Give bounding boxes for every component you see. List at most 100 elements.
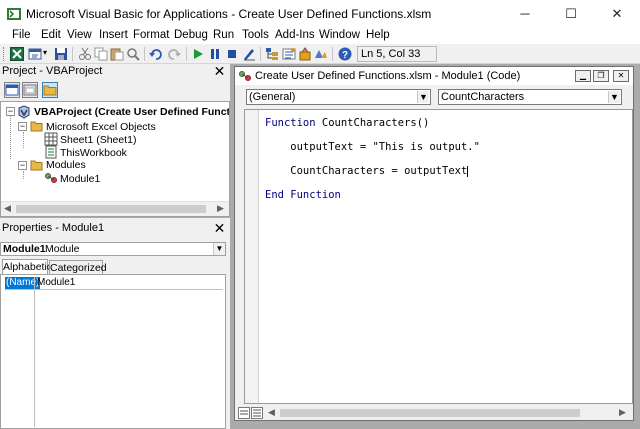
project-explorer-pane: Project - VBAProject ✕ − VBAProject (Cre… bbox=[0, 64, 230, 217]
properties-icon[interactable] bbox=[282, 47, 296, 61]
code-editor[interactable]: Function CountCharacters() outputText = … bbox=[244, 109, 633, 404]
folder-icon bbox=[43, 85, 57, 96]
code-restore-button[interactable]: ❐ bbox=[593, 70, 609, 82]
tab-categorized[interactable]: Categorized bbox=[49, 260, 107, 275]
code-line: End Function bbox=[265, 189, 341, 201]
chevron-down-icon[interactable]: ▼ bbox=[417, 91, 429, 103]
toolbar-grip[interactable] bbox=[3, 47, 6, 61]
maximize-button[interactable]: ☐ bbox=[548, 0, 594, 28]
chevron-down-icon[interactable]: ▼ bbox=[608, 91, 620, 103]
collapse-toggle[interactable]: − bbox=[18, 161, 27, 170]
tree-line bbox=[10, 116, 11, 159]
properties-pane-title: Properties - Module1 bbox=[2, 222, 105, 234]
close-button[interactable]: ✕ bbox=[594, 0, 640, 28]
tree-item-modules[interactable]: Modules bbox=[46, 159, 86, 171]
scroll-left-icon[interactable]: ◀ bbox=[4, 203, 11, 214]
text-cursor bbox=[467, 165, 469, 177]
workbook-icon bbox=[45, 145, 57, 159]
tree-item-excel-objects[interactable]: Microsoft Excel Objects bbox=[46, 121, 156, 133]
worksheet-icon bbox=[44, 132, 58, 146]
help-icon[interactable]: ? bbox=[338, 47, 352, 61]
code-line: outputText = "This is output." bbox=[265, 141, 480, 153]
view-code-button[interactable] bbox=[4, 82, 20, 98]
collapse-toggle[interactable]: − bbox=[18, 122, 27, 131]
tree-item-module1[interactable]: Module1 bbox=[60, 173, 100, 185]
view-excel-icon[interactable] bbox=[10, 47, 24, 61]
properties-pane-close-button[interactable]: ✕ bbox=[212, 221, 227, 236]
paste-icon[interactable] bbox=[110, 47, 124, 61]
break-icon[interactable] bbox=[208, 47, 222, 61]
menu-format[interactable]: Format bbox=[133, 28, 169, 44]
svg-text:?: ? bbox=[342, 50, 348, 61]
menu-run[interactable]: Run bbox=[213, 28, 234, 44]
code-close-button[interactable]: ✕ bbox=[613, 70, 629, 82]
menu-edit[interactable]: Edit bbox=[41, 28, 61, 44]
menu-file[interactable]: File bbox=[12, 28, 31, 44]
toolbar-separator bbox=[72, 47, 73, 61]
insert-module-icon[interactable] bbox=[28, 47, 42, 61]
menu-add-ins[interactable]: Add-Ins bbox=[275, 28, 315, 44]
cut-icon[interactable] bbox=[78, 47, 92, 61]
reset-icon[interactable] bbox=[225, 47, 239, 61]
code-hscrollbar[interactable]: ◀ ▶ bbox=[235, 406, 633, 420]
menu-bar: File Edit View Insert Format Debug Run T… bbox=[0, 28, 640, 44]
property-value[interactable]: Module1 bbox=[37, 277, 75, 289]
scroll-right-icon[interactable]: ▶ bbox=[217, 203, 224, 214]
menu-window[interactable]: Window bbox=[319, 28, 360, 44]
scroll-left-icon[interactable]: ◀ bbox=[268, 407, 275, 418]
design-mode-icon[interactable] bbox=[242, 47, 256, 61]
tree-line bbox=[23, 171, 24, 179]
object-browser-icon[interactable] bbox=[298, 47, 312, 61]
view-code-icon bbox=[5, 84, 19, 96]
copy-icon[interactable] bbox=[94, 47, 108, 61]
code-keyword: End Function bbox=[265, 189, 341, 201]
scroll-thumb[interactable] bbox=[280, 409, 580, 417]
standard-toolbar: ▾ ? Ln 5, Col 33 bbox=[0, 44, 640, 64]
menu-help[interactable]: Help bbox=[366, 28, 390, 44]
code-text: outputText = "This is output." bbox=[265, 141, 480, 153]
run-icon[interactable] bbox=[191, 47, 205, 61]
tree-item-thisworkbook[interactable]: ThisWorkbook bbox=[60, 147, 127, 159]
redo-icon[interactable] bbox=[167, 47, 181, 61]
collapse-toggle[interactable]: − bbox=[6, 107, 15, 116]
menu-debug[interactable]: Debug bbox=[174, 28, 208, 44]
project-explorer-icon[interactable] bbox=[265, 47, 279, 61]
project-hscrollbar[interactable]: ◀ ▶ bbox=[1, 201, 229, 216]
full-module-view-button[interactable] bbox=[251, 407, 263, 419]
code-text: CountCharacters = outputText bbox=[265, 165, 468, 177]
toggle-folders-button[interactable] bbox=[42, 82, 58, 98]
menu-tools[interactable]: Tools bbox=[242, 28, 269, 44]
tree-item-vbaproject[interactable]: VBAProject (Create User Defined Function… bbox=[34, 106, 229, 118]
toolbox-icon[interactable] bbox=[314, 47, 328, 61]
code-line: CountCharacters = outputText bbox=[265, 165, 469, 177]
dropdown-arrow-icon[interactable]: ▾ bbox=[43, 48, 47, 57]
procedure-view-button[interactable] bbox=[238, 407, 250, 419]
menu-view[interactable]: View bbox=[67, 28, 92, 44]
scroll-thumb[interactable] bbox=[16, 205, 206, 213]
code-minimize-button[interactable]: ▁ bbox=[575, 70, 591, 82]
tree-item-sheet1[interactable]: Sheet1 (Sheet1) bbox=[60, 134, 136, 146]
tab-alphabetic[interactable]: Alphabetic bbox=[2, 259, 52, 274]
tree-line bbox=[23, 132, 24, 148]
view-object-button[interactable] bbox=[22, 82, 38, 98]
object-selector-combo[interactable]: Module1 Module ▼ bbox=[0, 242, 226, 256]
code-text: CountCharacters() bbox=[315, 117, 430, 129]
menu-insert[interactable]: Insert bbox=[99, 28, 128, 44]
module-icon bbox=[45, 173, 57, 183]
object-combo[interactable]: (General) ▼ bbox=[246, 89, 431, 105]
minimize-button[interactable]: ─ bbox=[502, 0, 548, 28]
code-vscrollbar[interactable] bbox=[629, 110, 633, 403]
find-icon[interactable] bbox=[126, 47, 140, 61]
chevron-down-icon[interactable]: ▼ bbox=[213, 243, 225, 255]
property-row[interactable]: (Name) Module1 bbox=[5, 277, 223, 290]
properties-pane: Properties - Module1 ✕ Module1 Module ▼ … bbox=[0, 218, 230, 429]
toolbar-separator bbox=[186, 47, 187, 61]
scroll-right-icon[interactable]: ▶ bbox=[619, 407, 626, 418]
procedure-combo[interactable]: CountCharacters ▼ bbox=[438, 89, 622, 105]
full-module-view-icon bbox=[253, 409, 261, 417]
cursor-position-indicator: Ln 5, Col 33 bbox=[357, 46, 437, 62]
margin-indicator-bar[interactable] bbox=[245, 110, 259, 403]
save-icon[interactable] bbox=[54, 47, 68, 61]
undo-icon[interactable] bbox=[149, 47, 163, 61]
project-pane-close-button[interactable]: ✕ bbox=[212, 64, 227, 79]
